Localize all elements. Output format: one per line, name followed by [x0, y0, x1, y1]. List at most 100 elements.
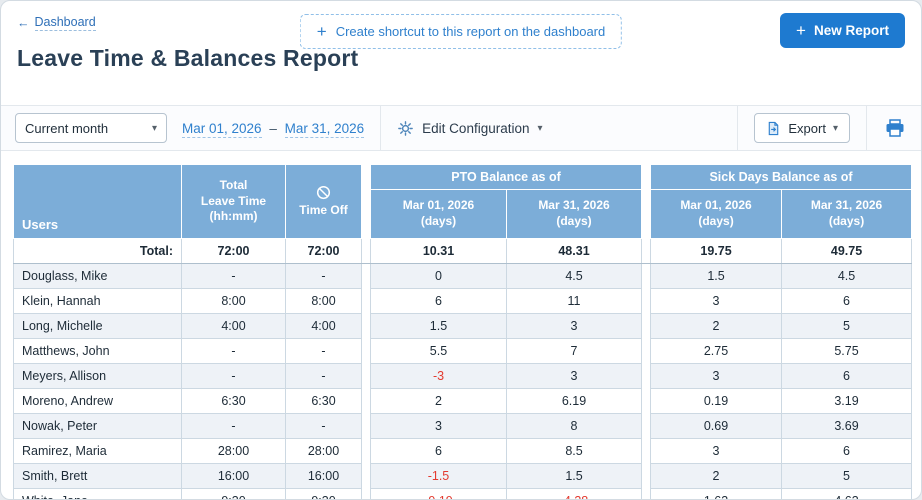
column-gap — [641, 413, 651, 439]
pto-balance-end-value: 8.5 — [505, 438, 643, 464]
edit-configuration-button[interactable]: Edit Configuration ▾ — [397, 120, 543, 137]
column-gap — [361, 313, 371, 339]
column-gap — [361, 288, 371, 314]
edit-configuration-label: Edit Configuration — [422, 120, 530, 136]
user-name: Ramirez, Maria — [13, 438, 182, 464]
pto-balance-start-value: -9.19 — [370, 488, 507, 499]
time-off-value: - — [285, 413, 362, 439]
user-name: Moreno, Andrew — [13, 388, 182, 414]
col-header-total-leave-time: Total Leave Time (hh:mm) — [181, 164, 286, 239]
total-leave-time-value: - — [181, 413, 286, 439]
date-to-link[interactable]: Mar 31, 2026 — [284, 120, 365, 138]
back-to-dashboard-link[interactable]: ← Dashboard — [17, 15, 96, 31]
pto-balance-start-value: -3 — [370, 363, 507, 389]
pto-balance-end-value: 3 — [505, 363, 643, 389]
sick-balance-start-value: 3 — [650, 363, 783, 389]
column-gap — [641, 164, 651, 239]
export-label: Export — [788, 120, 826, 136]
pto-balance-start-value: 1.5 — [370, 313, 507, 339]
pto-balance-start-value: 2 — [370, 388, 507, 414]
period-select[interactable]: Current month ▾ — [15, 113, 167, 143]
time-off-value: 9:30 — [285, 488, 362, 499]
user-row: Douglass, Mike - - 0 4.5 1.5 4.5 — [13, 263, 913, 289]
col-header-pto-end-date: Mar 31, 2026 (days) — [505, 189, 643, 239]
user-name: Long, Michelle — [13, 313, 182, 339]
user-name: Klein, Hannah — [13, 288, 182, 314]
total-leave-time-value: - — [181, 263, 286, 289]
column-gap — [361, 164, 371, 239]
report-toolbar: Current month ▾ Mar 01, 2026 – Mar 31, 2… — [1, 105, 921, 151]
new-report-button[interactable]: + New Report — [780, 13, 905, 48]
pto-balance-end-value: 6.19 — [505, 388, 643, 414]
sick-balance-end-value: 4.63 — [781, 488, 913, 499]
column-gap — [641, 313, 651, 339]
pto-balance-start-value: 6 — [370, 438, 507, 464]
chevron-down-icon: ▾ — [151, 122, 157, 134]
user-row: Meyers, Allison - - -3 3 3 6 — [13, 363, 913, 389]
user-row: Smith, Brett 16:00 16:00 -1.5 1.5 2 5 — [13, 463, 913, 489]
sick-start-total: 19.75 — [650, 238, 783, 264]
pto-balance-start-value: -1.5 — [370, 463, 507, 489]
leave-balances-table: Users Total Leave Time (hh:mm) Time Off … — [13, 164, 913, 499]
col-header-time-off: Time Off — [285, 164, 362, 239]
time-off-value: - — [285, 263, 362, 289]
pto-balance-start-value: 0 — [370, 263, 507, 289]
time-off-value: - — [285, 363, 362, 389]
date-range-separator: – — [269, 120, 277, 136]
pto-balance-end-value: 1.5 — [505, 463, 643, 489]
report-table-body: Total: 72:00 72:00 10.31 48.31 19.75 49.… — [13, 238, 913, 499]
column-gap — [641, 388, 651, 414]
total-leave-time-value: 28:00 — [181, 438, 286, 464]
time-off-value: 4:00 — [285, 313, 362, 339]
pto-balance-end-value: 7 — [505, 338, 643, 364]
sick-balance-end-value: 6 — [781, 438, 913, 464]
user-row: Moreno, Andrew 6:30 6:30 2 6.19 0.19 3.1… — [13, 388, 913, 414]
report-card: ← Dashboard + Create shortcut to this re… — [0, 0, 922, 500]
new-report-label: New Report — [813, 23, 889, 38]
column-gap — [641, 338, 651, 364]
col-header-sick-end-date: Mar 31, 2026 (days) — [781, 189, 913, 239]
user-name: Meyers, Allison — [13, 363, 182, 389]
column-gap — [361, 363, 371, 389]
column-gap — [361, 488, 371, 499]
column-gap — [361, 463, 371, 489]
column-gap — [361, 238, 371, 264]
total-row-label: Total: — [13, 238, 182, 264]
col-header-sick-start-date: Mar 01, 2026 (days) — [650, 189, 783, 239]
sick-balance-end-value: 5 — [781, 313, 913, 339]
col-group-pto-balance: PTO Balance as of — [369, 164, 643, 190]
column-gap — [361, 263, 371, 289]
pto-balance-start-value: 3 — [370, 413, 507, 439]
toolbar-divider — [866, 106, 867, 150]
date-from-link[interactable]: Mar 01, 2026 — [182, 120, 262, 138]
toolbar-divider — [380, 106, 382, 150]
time-off-value: 28:00 — [285, 438, 362, 464]
toolbar-divider — [737, 106, 739, 150]
user-name: Smith, Brett — [13, 463, 182, 489]
back-link-label: Dashboard — [34, 15, 96, 31]
time-off-value: 6:30 — [285, 388, 362, 414]
print-button[interactable] — [883, 117, 907, 140]
sick-balance-end-value: 4.5 — [781, 263, 913, 289]
create-shortcut-button[interactable]: + Create shortcut to this report on the … — [299, 14, 623, 49]
user-row: Matthews, John - - 5.5 7 2.75 5.75 — [13, 338, 913, 364]
sick-balance-start-value: 1.5 — [650, 263, 783, 289]
user-name: Matthews, John — [13, 338, 182, 364]
column-gap — [641, 438, 651, 464]
time-off-value: - — [285, 338, 362, 364]
sick-balance-end-value: 5 — [781, 463, 913, 489]
user-row: Klein, Hannah 8:00 8:00 6 11 3 6 — [13, 288, 913, 314]
time-off-label: Time Off — [299, 202, 348, 217]
pto-balance-start-value: 6 — [370, 288, 507, 314]
user-name: White, Jane — [13, 488, 182, 499]
column-gap — [361, 338, 371, 364]
col-header-users: Users — [13, 164, 182, 239]
sick-balance-end-value: 3.19 — [781, 388, 913, 414]
pto-balance-end-value: 8 — [505, 413, 643, 439]
export-button[interactable]: Export ▾ — [754, 113, 850, 143]
col-header-pto-start-date: Mar 01, 2026 (days) — [370, 189, 507, 239]
sick-balance-start-value: 3 — [650, 288, 783, 314]
column-gap — [641, 288, 651, 314]
time-off-icon — [316, 185, 331, 199]
sick-balance-start-value: 0.69 — [650, 413, 783, 439]
